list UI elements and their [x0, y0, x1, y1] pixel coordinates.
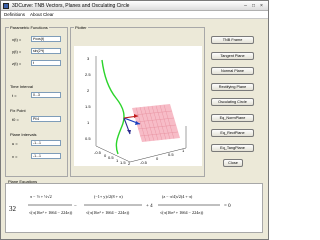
space-curve	[101, 59, 125, 155]
eq-term2-denominator: √(π(16π² + 1664 − 224π))	[86, 210, 130, 215]
tick-side-3: 0.5	[168, 152, 174, 157]
osculating-circle-button[interactable]: Osculating Circle	[211, 98, 254, 106]
tangent-plane-button[interactable]: Tangent Plane	[211, 52, 254, 60]
plane-surface	[132, 104, 180, 142]
tick-left-2: 2.5	[85, 72, 91, 77]
close-window-button[interactable]: ×	[258, 3, 265, 9]
x-function-row: x(t) = t*cos(t)	[6, 36, 66, 43]
menu-bar: Definitions About Clear	[1, 11, 268, 19]
equation-lead: 32	[9, 205, 17, 213]
menu-clear[interactable]: Clear	[43, 12, 54, 17]
u-interval-label: u =	[12, 141, 18, 146]
eq-term3-denominator: √(π(16π² + 1664 − 224π))	[160, 210, 204, 215]
time-interval-label: t =	[12, 93, 17, 98]
u-interval-input[interactable]: -1...1	[31, 140, 61, 146]
v-interval-row: v = -1...1	[6, 153, 66, 160]
tick-bottom-3: 0.5	[108, 155, 114, 160]
time-interval-row: t = 0...3	[6, 92, 66, 99]
menu-about[interactable]: About	[30, 12, 42, 17]
u-interval-row: u = -1...1	[6, 140, 66, 147]
v-interval-label: v =	[12, 154, 18, 159]
window-title: 3DCurve: TNB Vectors, Planes and Osculat…	[12, 3, 130, 9]
maximize-button[interactable]: □	[250, 3, 257, 9]
time-interval-input[interactable]: 0...3	[31, 92, 61, 98]
menu-definitions[interactable]: Definitions	[4, 12, 25, 17]
tick-left-3: 2	[87, 88, 90, 93]
z-function-row: z(t) = t	[6, 60, 66, 67]
binormal-arrowhead	[127, 130, 131, 134]
eq-tangplane-button[interactable]: Eq_TangPlane	[211, 144, 254, 152]
rectifying-plane-button[interactable]: Rectifying Plane	[211, 83, 254, 91]
eq-term1-numerator: π − ½ + ⅓√2	[30, 194, 52, 199]
y-function-row: y(t) = sin(2*t)	[6, 48, 66, 55]
eq-minus: −	[74, 204, 77, 209]
tick-left-5: 1	[87, 120, 90, 125]
app-icon	[3, 3, 9, 9]
y-function-label: y(t) =	[12, 49, 22, 54]
tick-left-6: 0.5	[85, 136, 91, 141]
fix-point-label: t0 =	[12, 117, 19, 122]
tick-side-1: -0.5	[140, 160, 148, 165]
minimize-button[interactable]: –	[242, 3, 249, 9]
tick-bottom-1: -0.5	[94, 150, 102, 155]
x-function-input[interactable]: t*cos(t)	[31, 36, 61, 42]
tick-side-4: 1	[182, 148, 185, 153]
eq-term1-denominator: √(π(16π² + 1664 − 224π))	[29, 210, 73, 215]
fix-point-input[interactable]: Pi/4	[31, 116, 61, 122]
time-interval-title: Time Interval	[9, 84, 34, 89]
z-function-input[interactable]: t	[31, 60, 61, 66]
plot-svg[interactable]: 3 2.5 2 1.5 1 0.5 -0.5 0 0.5 1 1.5 2 -0.…	[74, 46, 202, 166]
parametric-functions-title: Parametric Functions	[9, 25, 49, 30]
plane-equations-box: 32 π − ½ + ⅓√2 √(π(16π² + 1664 − 224π)) …	[5, 183, 263, 233]
x-function-label: x(t) =	[12, 37, 22, 42]
tick-side-2: 0	[156, 156, 159, 161]
title-bar: 3DCurve: TNB Vectors, Planes and Osculat…	[1, 1, 268, 11]
close-button[interactable]: Close	[223, 159, 243, 167]
fix-point-row: t0 = Pi/4	[6, 116, 66, 123]
equation-equals-zero: = 0	[224, 204, 231, 209]
v-interval-input[interactable]: -1...1	[31, 153, 61, 159]
tick-left-1: 3	[87, 56, 90, 61]
z-function-label: z(t) =	[12, 61, 22, 66]
plotter-title: Plotter	[74, 25, 88, 30]
normal-plane-button[interactable]: Normal Plane	[211, 67, 254, 75]
plot-canvas[interactable]: 3 2.5 2 1.5 1 0.5 -0.5 0 0.5 1 1.5 2 -0.…	[74, 46, 202, 166]
y-function-input[interactable]: sin(2*t)	[31, 48, 61, 54]
tick-bottom-4: 1	[116, 158, 119, 163]
eq-rectplane-button[interactable]: Eq_RectPlane	[211, 129, 254, 137]
eq-term2-numerator: (−1+ y)√2(8 + π)	[94, 194, 123, 199]
tick-left-4: 1.5	[85, 104, 91, 109]
equation-svg: 32 π − ½ + ⅓√2 √(π(16π² + 1664 − 224π)) …	[9, 194, 231, 215]
tnb-frame-button[interactable]: TNB Frame	[211, 36, 254, 44]
plane-intervals-title: Plane Intervals	[9, 132, 38, 137]
app-window: 3DCurve: TNB Vectors, Planes and Osculat…	[0, 0, 269, 240]
tick-bottom-2: 0	[104, 153, 107, 158]
eq-plus: + 4	[146, 204, 153, 209]
eq-normplane-button[interactable]: Eq_NormPlane	[211, 114, 254, 122]
tick-bottom-5: 1.5	[120, 160, 126, 165]
eq-term3-numerator: (z − π/4)√2(4 + π)	[162, 194, 193, 199]
fix-point-title: Fix Point	[9, 108, 27, 113]
inputs-panel: Parametric Functions x(t) = t*cos(t) y(t…	[5, 25, 68, 177]
